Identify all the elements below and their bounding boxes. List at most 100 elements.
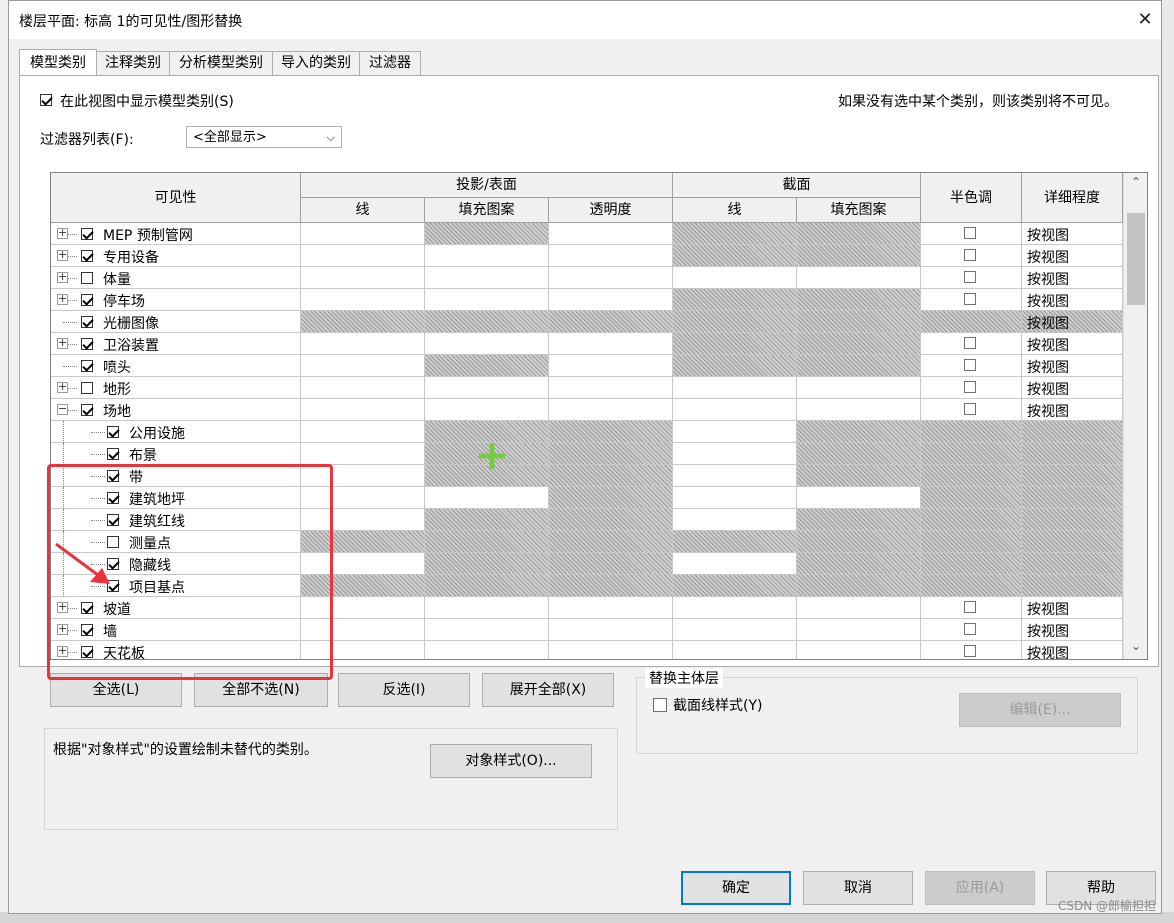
cut-lines-cell[interactable] — [673, 421, 797, 443]
transparency-cell[interactable] — [549, 531, 673, 553]
category-visibility-checkbox[interactable] — [81, 338, 93, 350]
detail-level-cell[interactable] — [1022, 553, 1123, 575]
expand-icon[interactable]: + — [57, 249, 68, 261]
cut-lines-cell[interactable] — [673, 597, 797, 619]
header-visibility[interactable]: 可见性 — [51, 173, 301, 223]
projection-lines-cell[interactable] — [301, 245, 425, 267]
projection-fill-cell[interactable] — [425, 487, 549, 509]
transparency-cell[interactable] — [549, 575, 673, 597]
cut-lines-cell[interactable] — [673, 245, 797, 267]
projection-lines-cell[interactable] — [301, 223, 425, 245]
halftone-checkbox[interactable] — [964, 227, 976, 239]
projection-fill-cell[interactable] — [425, 355, 549, 377]
apply-button[interactable]: 应用(A) — [925, 871, 1035, 905]
category-visibility-checkbox[interactable] — [107, 426, 119, 438]
halftone-cell[interactable] — [921, 245, 1022, 267]
cut-fill-cell[interactable] — [797, 575, 921, 597]
category-row[interactable]: + 地形 按视图 — [51, 377, 1123, 399]
transparency-cell[interactable] — [549, 377, 673, 399]
halftone-checkbox[interactable] — [964, 623, 976, 635]
cut-lines-cell[interactable] — [673, 399, 797, 421]
header-halftone[interactable]: 半色调 — [921, 173, 1022, 223]
projection-fill-cell[interactable] — [425, 553, 549, 575]
detail-level-cell[interactable] — [1022, 487, 1123, 509]
projection-lines-cell[interactable] — [301, 289, 425, 311]
category-visibility-checkbox[interactable] — [81, 250, 93, 262]
projection-lines-cell[interactable] — [301, 399, 425, 421]
detail-level-cell[interactable] — [1022, 531, 1123, 553]
filter-list-dropdown[interactable]: <全部显示> ⌵ — [186, 126, 342, 148]
category-row[interactable]: 公用设施 — [51, 421, 1123, 443]
ok-button[interactable]: 确定 — [681, 871, 791, 905]
close-button[interactable]: ✕ — [1131, 6, 1159, 34]
expand-icon[interactable]: + — [57, 337, 68, 349]
transparency-cell[interactable] — [549, 267, 673, 289]
transparency-cell[interactable] — [549, 597, 673, 619]
transparency-cell[interactable] — [549, 487, 673, 509]
cut-lines-cell[interactable] — [673, 223, 797, 245]
category-visibility-checkbox[interactable] — [81, 360, 93, 372]
cut-lines-cell[interactable] — [673, 289, 797, 311]
detail-level-cell[interactable] — [1022, 575, 1123, 597]
halftone-cell[interactable] — [921, 509, 1022, 531]
detail-level-cell[interactable]: 按视图 — [1022, 311, 1123, 333]
projection-fill-cell[interactable] — [425, 421, 549, 443]
cut-lines-cell[interactable] — [673, 509, 797, 531]
halftone-checkbox[interactable] — [964, 293, 976, 305]
detail-level-cell[interactable]: 按视图 — [1022, 377, 1123, 399]
halftone-cell[interactable] — [921, 531, 1022, 553]
halftone-cell[interactable] — [921, 223, 1022, 245]
detail-level-cell[interactable]: 按视图 — [1022, 223, 1123, 245]
cut-fill-cell[interactable] — [797, 399, 921, 421]
projection-fill-cell[interactable] — [425, 619, 549, 641]
halftone-cell[interactable] — [921, 311, 1022, 333]
halftone-cell[interactable] — [921, 641, 1022, 659]
category-row[interactable]: + 专用设备 按视图 — [51, 245, 1123, 267]
projection-lines-cell[interactable] — [301, 311, 425, 333]
expand-icon[interactable]: + — [57, 271, 68, 283]
object-styles-button[interactable]: 对象样式(O)... — [430, 744, 592, 778]
cut-fill-cell[interactable] — [797, 421, 921, 443]
projection-fill-cell[interactable] — [425, 311, 549, 333]
expand-icon[interactable]: + — [57, 227, 68, 239]
detail-level-cell[interactable]: 按视图 — [1022, 597, 1123, 619]
projection-fill-cell[interactable] — [425, 575, 549, 597]
projection-lines-cell[interactable] — [301, 267, 425, 289]
projection-fill-cell[interactable] — [425, 267, 549, 289]
cut-fill-cell[interactable] — [797, 223, 921, 245]
cut-lines-cell[interactable] — [673, 333, 797, 355]
projection-fill-cell[interactable] — [425, 509, 549, 531]
cut-lines-cell[interactable] — [673, 641, 797, 659]
transparency-cell[interactable] — [549, 421, 673, 443]
category-visibility-checkbox[interactable] — [81, 228, 93, 240]
projection-lines-cell[interactable] — [301, 355, 425, 377]
cut-fill-cell[interactable] — [797, 531, 921, 553]
transparency-cell[interactable] — [549, 311, 673, 333]
category-visibility-checkbox[interactable] — [107, 448, 119, 460]
projection-lines-cell[interactable] — [301, 377, 425, 399]
transparency-cell[interactable] — [549, 553, 673, 575]
detail-level-cell[interactable]: 按视图 — [1022, 245, 1123, 267]
transparency-cell[interactable] — [549, 509, 673, 531]
projection-fill-cell[interactable] — [425, 597, 549, 619]
grid-scrollbar[interactable]: ⌃ ⌄ — [1123, 173, 1147, 659]
transparency-cell[interactable] — [549, 399, 673, 421]
cut-lines-cell[interactable] — [673, 575, 797, 597]
cut-fill-cell[interactable] — [797, 465, 921, 487]
header-detail-level[interactable]: 详细程度 — [1022, 173, 1123, 223]
transparency-cell[interactable] — [549, 641, 673, 659]
category-row[interactable]: − 场地 按视图 — [51, 399, 1123, 421]
invert-selection-button[interactable]: 反选(I) — [338, 673, 470, 707]
detail-level-cell[interactable]: 按视图 — [1022, 399, 1123, 421]
halftone-checkbox[interactable] — [964, 271, 976, 283]
category-row[interactable]: + 卫浴装置 按视图 — [51, 333, 1123, 355]
cut-fill-cell[interactable] — [797, 245, 921, 267]
cut-fill-cell[interactable] — [797, 443, 921, 465]
cut-lines-cell[interactable] — [673, 267, 797, 289]
category-row[interactable]: 喷头 按视图 — [51, 355, 1123, 377]
category-visibility-checkbox[interactable] — [81, 382, 93, 394]
show-categories-checkbox[interactable] — [40, 94, 52, 106]
detail-level-cell[interactable] — [1022, 509, 1123, 531]
category-visibility-checkbox[interactable] — [81, 294, 93, 306]
projection-lines-cell[interactable] — [301, 333, 425, 355]
